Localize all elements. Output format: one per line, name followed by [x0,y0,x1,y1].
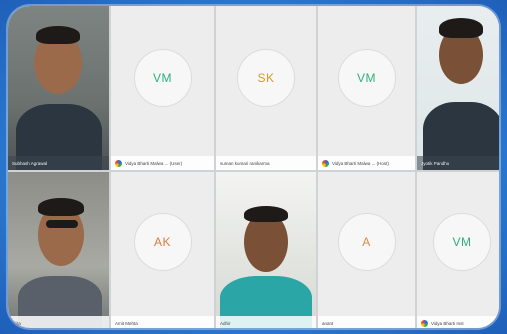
participant-name-bar: Vidya Bharti Malwa ... (User) [111,156,214,170]
participant-name: Ajita [12,320,21,326]
participant-name-bar: Vidya Bharti Malwa ... (Host) [318,156,415,170]
avatar-initials: VM [452,234,472,249]
avatar: AK [133,212,192,271]
participant-name-bar: Amit Mehta [111,316,214,328]
app-logo-icon [115,159,122,167]
participant-name-bar: Jyotik Pandhu [417,156,499,170]
avatar: SK [237,49,295,108]
participant-name-bar: Vidya Bharti Inst [417,316,499,328]
avatar-initials: VM [153,71,172,86]
participant-name-bar: Subhash Agrawal [8,156,109,170]
participant-tile[interactable]: A anant [318,172,415,328]
participant-tile[interactable]: VM Vidya Bharti Malwa ... (User) [111,6,214,170]
participant-video [417,6,499,170]
app-logo-icon [421,319,428,327]
participant-name: Vidya Bharti Inst [431,320,464,326]
avatar-initials: A [362,234,371,249]
participant-tile[interactable]: VM Vidya Bharti Inst [417,172,499,328]
participant-name-bar: anant [318,316,415,328]
participant-tile[interactable]: SK suman kumari ranikarma [216,6,316,170]
avatar-initials: SK [257,71,275,86]
participant-name: Adhir [220,320,231,326]
app-logo-icon [322,159,329,167]
participant-tile[interactable]: Jyotik Pandhu [417,6,499,170]
participant-tile[interactable]: Subhash Agrawal [8,6,109,170]
avatar-initials: VM [357,71,376,86]
avatar: VM [133,49,192,108]
participant-name: anant [322,320,334,326]
participant-name-bar: Adhir [216,316,316,328]
participant-name: Amit Mehta [115,320,138,326]
participant-video [216,172,316,328]
meeting-window: Subhash Agrawal VM Vidya Bharti Malwa ..… [8,6,499,328]
participant-video [8,172,109,328]
participant-tile[interactable]: Adhir [216,172,316,328]
participant-name: Jyotik Pandhu [421,160,450,166]
avatar: A [337,212,396,271]
participant-tile[interactable]: Ajita [8,172,109,328]
participant-name: suman kumari ranikarma [220,160,270,166]
avatar: VM [337,49,396,108]
participant-name-bar: suman kumari ranikarma [216,156,316,170]
participant-tile[interactable]: VM Vidya Bharti Malwa ... (Host) [318,6,415,170]
avatar: VM [433,212,491,271]
participant-name: Vidya Bharti Malwa ... (User) [125,160,183,166]
participant-name-bar: Ajita [8,316,109,328]
participant-grid: Subhash Agrawal VM Vidya Bharti Malwa ..… [8,6,499,328]
avatar-initials: AK [153,234,171,249]
participant-video [8,6,109,170]
participant-name: Vidya Bharti Malwa ... (Host) [332,160,389,166]
participant-tile[interactable]: AK Amit Mehta [111,172,214,328]
participant-name: Subhash Agrawal [12,160,48,166]
